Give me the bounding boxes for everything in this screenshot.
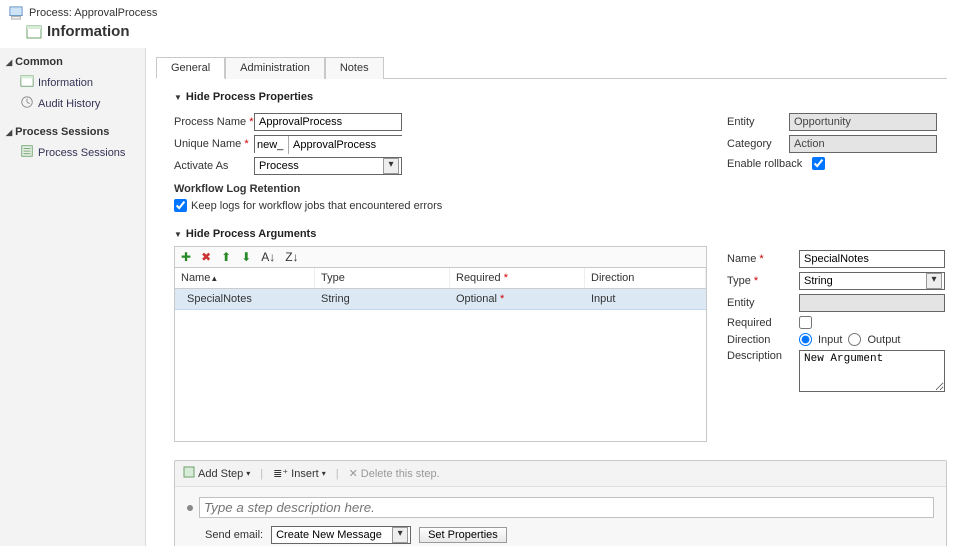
section-process-properties[interactable]: Hide Process Properties	[174, 91, 947, 103]
set-properties-button[interactable]: Set Properties	[419, 527, 507, 543]
grid-col-required[interactable]: Required	[450, 268, 585, 288]
activate-as-label: Activate As	[174, 160, 254, 172]
arg-required-checkbox[interactable]	[799, 316, 812, 329]
arg-direction-output-label: Output	[867, 334, 900, 346]
arg-name-label: Name	[727, 253, 799, 265]
move-up-button[interactable]: ⬆	[221, 250, 231, 264]
sidebar-item-information[interactable]: Information	[6, 72, 139, 93]
grid-col-type[interactable]: Type	[315, 268, 450, 288]
info-form-icon	[26, 24, 42, 40]
arg-type-select[interactable]: String	[799, 272, 945, 290]
workflow-log-retention-label: Workflow Log Retention	[174, 183, 707, 195]
unique-name-label: Unique Name	[174, 138, 254, 150]
arg-entity-label: Entity	[727, 297, 799, 309]
grid-cell-name: SpecialNotes	[181, 293, 321, 305]
sort-desc-button[interactable]: Z↓	[285, 250, 298, 264]
sidebar-section-process-sessions[interactable]: Process Sessions	[6, 126, 139, 138]
grid-cell-direction: Input	[591, 293, 700, 305]
page-header: Process: ApprovalProcess Information	[0, 0, 957, 48]
step-bullet-icon	[187, 505, 193, 511]
insert-icon: ≣⁺	[273, 467, 288, 480]
process-breadcrumb: Process: ApprovalProcess	[29, 7, 157, 19]
separator: |	[336, 468, 339, 480]
main-content: General Administration Notes Hide Proces…	[146, 48, 957, 546]
tab-administration[interactable]: Administration	[225, 57, 325, 79]
grid-col-direction[interactable]: Direction	[585, 268, 706, 288]
insert-step-button[interactable]: ≣⁺ Insert ▾	[269, 466, 330, 481]
add-step-button[interactable]: Add Step ▾	[179, 465, 254, 482]
grid-cell-required: Optional	[456, 293, 591, 305]
arg-required-label: Required	[727, 317, 799, 329]
sessions-icon	[20, 144, 34, 161]
tab-general[interactable]: General	[156, 57, 225, 79]
delete-icon: ✕	[349, 467, 358, 480]
arg-direction-output-radio[interactable]	[848, 333, 861, 346]
section-process-arguments[interactable]: Hide Process Arguments	[174, 228, 947, 240]
arg-type-label: Type	[727, 275, 799, 287]
keep-logs-label: Keep logs for workflow jobs that encount…	[191, 200, 442, 212]
move-down-button[interactable]: ⬇	[241, 250, 251, 264]
send-email-label: Send email:	[205, 529, 263, 541]
sidebar: Common Information Audit History Process…	[0, 48, 146, 546]
arg-direction-input-radio[interactable]	[799, 333, 812, 346]
sidebar-section-common[interactable]: Common	[6, 56, 139, 68]
steps-toolbar: Add Step ▾ | ≣⁺ Insert ▾ | ✕ Delete this…	[175, 461, 946, 486]
activate-as-select[interactable]: Process	[254, 157, 402, 175]
process-name-label: Process Name	[174, 116, 254, 128]
page-title: Information	[47, 23, 130, 40]
entity-label: Entity	[727, 116, 789, 128]
add-argument-button[interactable]: ✚	[181, 250, 191, 264]
send-email-select[interactable]: Create New Message	[271, 526, 411, 544]
grid-col-name[interactable]: Name▲	[175, 268, 315, 288]
history-icon	[20, 95, 34, 112]
step-description-input[interactable]	[199, 497, 934, 518]
unique-name-prefix	[255, 136, 289, 154]
arguments-toolbar: ✚ ✖ ⬆ ⬇ A↓ Z↓	[174, 246, 707, 267]
category-label: Category	[727, 138, 789, 150]
enable-rollback-checkbox[interactable]	[812, 157, 825, 170]
arg-name-input[interactable]	[799, 250, 945, 268]
arg-direction-input-label: Input	[818, 334, 842, 346]
enable-rollback-label: Enable rollback	[727, 158, 812, 170]
category-value	[789, 135, 937, 153]
tab-notes[interactable]: Notes	[325, 57, 384, 79]
arg-description-input[interactable]: New Argument	[799, 350, 945, 392]
arg-description-label: Description	[727, 350, 799, 362]
keep-logs-checkbox[interactable]	[174, 199, 187, 212]
grid-cell-type: String	[321, 293, 456, 305]
unique-name-input[interactable]	[289, 136, 437, 154]
info-form-icon	[20, 74, 34, 91]
chevron-down-icon: ▾	[246, 469, 250, 478]
arguments-grid: Name▲ Type Required Direction SpecialNot…	[174, 267, 707, 442]
tabstrip: General Administration Notes	[156, 56, 947, 79]
entity-value	[789, 113, 937, 131]
delete-step-button[interactable]: ✕ Delete this step.	[345, 466, 444, 481]
sidebar-item-audit-history[interactable]: Audit History	[6, 93, 139, 114]
arg-direction-label: Direction	[727, 334, 799, 346]
sidebar-item-label: Audit History	[38, 98, 100, 110]
sidebar-item-process-sessions[interactable]: Process Sessions	[6, 142, 139, 163]
sort-asc-button[interactable]: A↓	[261, 250, 275, 264]
chevron-down-icon: ▾	[322, 469, 326, 478]
delete-argument-button[interactable]: ✖	[201, 250, 211, 264]
sidebar-item-label: Information	[38, 77, 93, 89]
arg-entity-input	[799, 294, 945, 312]
add-step-icon	[183, 466, 195, 481]
separator: |	[260, 468, 263, 480]
process-icon	[8, 5, 24, 21]
grid-row[interactable]: SpecialNotes String Optional Input	[175, 289, 706, 310]
sidebar-item-label: Process Sessions	[38, 147, 125, 159]
process-name-input[interactable]	[254, 113, 402, 131]
